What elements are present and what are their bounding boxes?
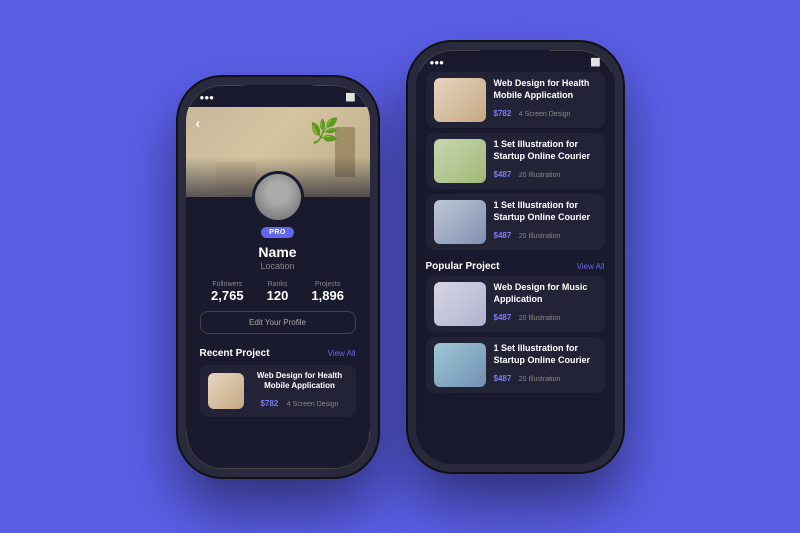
phone1-notch — [243, 85, 313, 101]
phone2-thumb-1 — [434, 78, 486, 122]
phone2-card-3-title: 1 Set Illustration for Startup Online Co… — [494, 200, 597, 223]
ranks-label: Ranks — [267, 281, 289, 288]
phone2-top-list: Web Design for Health Mobile Application… — [416, 72, 615, 250]
ranks-value: 120 — [267, 288, 289, 303]
thumb-s1-img — [434, 139, 486, 183]
phone1-battery: ⬜ — [346, 93, 356, 102]
phone2-card-1-title: Web Design for Health Mobile Application — [494, 78, 597, 101]
phone2-thumb-3 — [434, 200, 486, 244]
popular-card-1[interactable]: Web Design for Music Application $487 20… — [426, 276, 605, 332]
phone2-card-2-price: $487 — [494, 170, 512, 179]
popular-thumb-1 — [434, 282, 486, 326]
phone-2: ●●● ⬜ Web Design for Health Mobile Appli… — [408, 42, 623, 472]
phone2-card-1[interactable]: Web Design for Health Mobile Application… — [426, 72, 605, 128]
thumb-h1-img — [434, 78, 486, 122]
phone2-popular-list: Web Design for Music Application $487 20… — [416, 276, 615, 393]
popular-card-2-info: 1 Set Illustration for Startup Online Co… — [494, 343, 597, 386]
hero-plant: 🌿 — [310, 117, 340, 146]
popular-section-title: Popular Project — [426, 261, 500, 272]
avatar — [252, 171, 304, 223]
phone2-notch — [480, 50, 550, 66]
phone2-card-3-type: 20 Illustration — [519, 233, 561, 240]
recent-project-info: Web Design for Health Mobile Application… — [252, 371, 348, 412]
stat-ranks: Ranks 120 — [267, 281, 289, 303]
phone2-card-3-info: 1 Set Illustration for Startup Online Co… — [494, 200, 597, 243]
thumb-s2-img — [434, 200, 486, 244]
thumb-m1-img — [434, 282, 486, 326]
profile-section: PRO Name Location Followers 2,765 Ranks … — [186, 197, 370, 432]
recent-project-thumb — [208, 373, 244, 409]
phone2-card-2-info: 1 Set Illustration for Startup Online Co… — [494, 139, 597, 182]
recent-project-card[interactable]: Web Design for Health Mobile Application… — [200, 365, 356, 418]
projects-label: Projects — [311, 281, 344, 288]
stat-projects: Projects 1,896 — [311, 281, 344, 303]
popular-card-1-type: 20 Illustration — [519, 315, 561, 322]
phone2-thumb-2 — [434, 139, 486, 183]
thumb-s3-img — [434, 343, 486, 387]
phone2-signal: ●●● — [430, 58, 445, 67]
popular-thumb-2 — [434, 343, 486, 387]
profile-name: Name — [200, 244, 356, 260]
back-button[interactable]: ‹ — [196, 115, 201, 131]
followers-value: 2,765 — [211, 288, 244, 303]
popular-card-2-type: 20 Illustration — [519, 376, 561, 383]
recent-section-header: Recent Project View All — [200, 342, 356, 365]
phone2-content: Web Design for Health Mobile Application… — [416, 72, 615, 472]
popular-card-1-price: $487 — [494, 313, 512, 322]
phone-1: ●●● ⬜ 🌿 ‹ PRO Name Location Followers — [178, 77, 378, 477]
recent-section-title: Recent Project — [200, 348, 270, 359]
popular-card-1-title: Web Design for Music Application — [494, 282, 597, 305]
phones-container: ●●● ⬜ 🌿 ‹ PRO Name Location Followers — [178, 57, 623, 477]
recent-project-title: Web Design for Health Mobile Application — [252, 371, 348, 392]
recent-project-type: 4 Screen Design — [287, 401, 339, 408]
popular-card-1-info: Web Design for Music Application $487 20… — [494, 282, 597, 325]
recent-project-price: $782 — [260, 399, 278, 408]
followers-label: Followers — [211, 281, 244, 288]
phone2-card-3[interactable]: 1 Set Illustration for Startup Online Co… — [426, 194, 605, 250]
popular-section-header: Popular Project View All — [416, 255, 615, 276]
avatar-image — [255, 174, 301, 220]
phone2-card-1-type: 4 Screen Design — [519, 111, 571, 118]
phone2-card-3-price: $487 — [494, 231, 512, 240]
phone2-battery: ⬜ — [591, 58, 601, 67]
stat-followers: Followers 2,765 — [211, 281, 244, 303]
phone2-card-1-info: Web Design for Health Mobile Application… — [494, 78, 597, 121]
popular-card-2-price: $487 — [494, 374, 512, 383]
projects-value: 1,896 — [311, 288, 344, 303]
phone2-card-2[interactable]: 1 Set Illustration for Startup Online Co… — [426, 133, 605, 189]
popular-card-2[interactable]: 1 Set Illustration for Startup Online Co… — [426, 337, 605, 393]
stats-row: Followers 2,765 Ranks 120 Projects 1,896 — [200, 271, 356, 311]
popular-card-2-title: 1 Set Illustration for Startup Online Co… — [494, 343, 597, 366]
phone2-card-1-price: $782 — [494, 109, 512, 118]
profile-location: Location — [200, 261, 356, 271]
pro-badge: PRO — [261, 227, 294, 238]
phone2-card-2-type: 20 Illustration — [519, 172, 561, 179]
thumb-health-img — [208, 373, 244, 409]
phone1-signal: ●●● — [200, 93, 215, 102]
popular-view-all[interactable]: View All — [577, 262, 605, 271]
edit-profile-button[interactable]: Edit Your Profile — [200, 311, 356, 334]
recent-view-all[interactable]: View All — [328, 349, 356, 358]
phone2-card-2-title: 1 Set Illustration for Startup Online Co… — [494, 139, 597, 162]
avatar-wrap: PRO — [200, 197, 356, 238]
